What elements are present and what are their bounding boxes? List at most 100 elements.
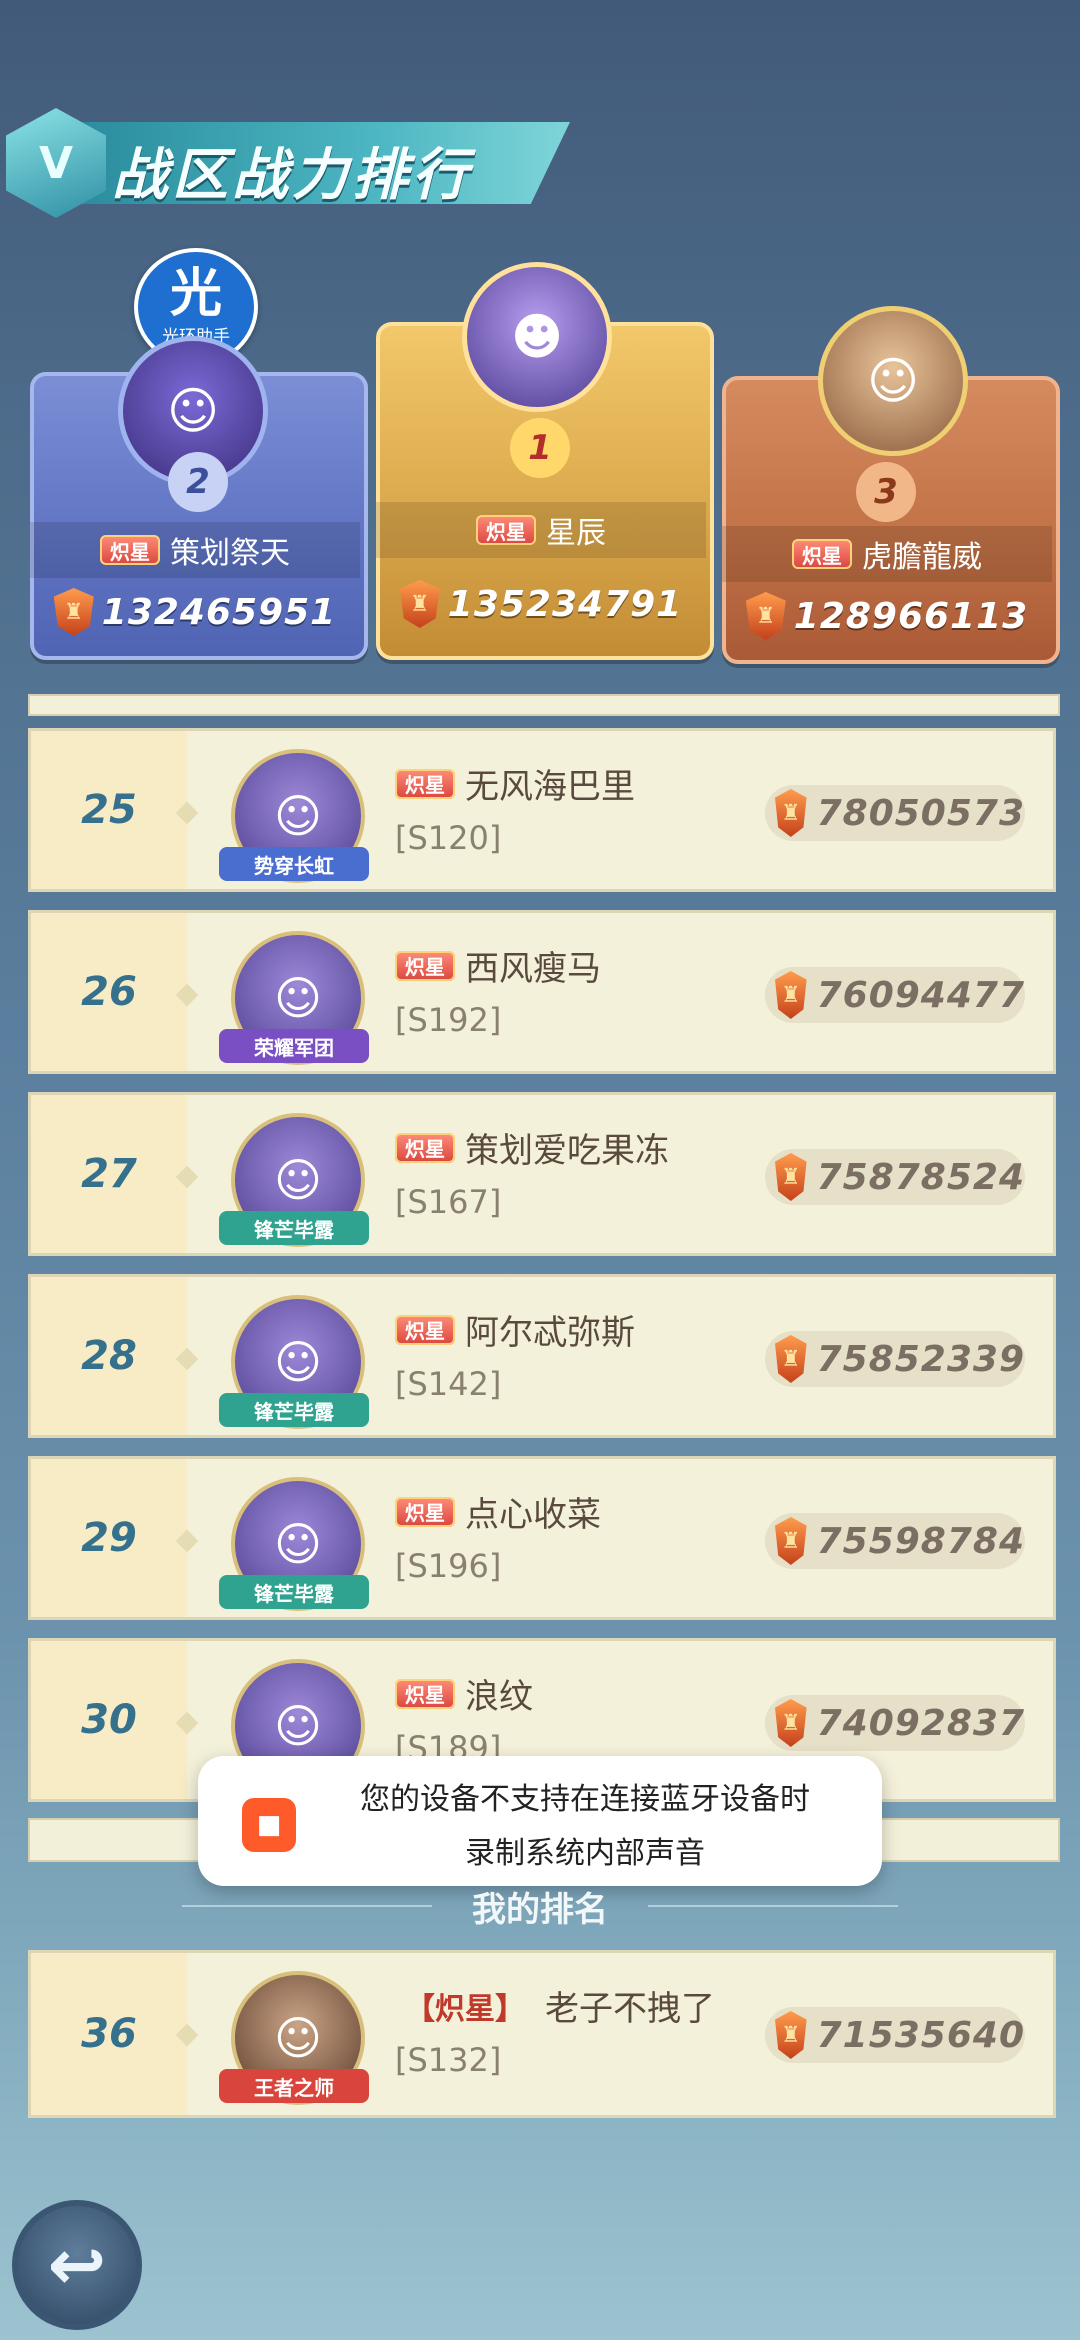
shield-icon: ♜ [775,2011,807,2059]
power-pill: ♜ 75852339 [765,1331,1025,1387]
banner: V 战区战力排行 [0,108,580,218]
rank-number: 29 [81,1515,137,1561]
rank-medal: 2 [168,452,228,512]
hero-plate: 锋芒毕露 [219,1575,369,1609]
shield-icon: ♜ [399,580,440,628]
power-pill: ♜ 76094477 [765,967,1025,1023]
title-badge: 炽星 [395,1678,455,1709]
podium-second[interactable]: ☺ 2 炽星 策划祭天 ♜ 132465951 [30,336,368,660]
table-row[interactable]: 25 ☺ 势穿长虹 炽星 无风海巴里 [S120] ♜ 78050573 [28,728,1056,892]
hero-plate: 势穿长虹 [219,847,369,881]
name-line: 炽星 浪纹 [395,1669,533,1718]
podium-third[interactable]: ☺ 3 炽星 虎膽龍威 ♜ 128966113 [722,306,1060,664]
table-row[interactable]: 28 ☺ 锋芒毕露 炽星 阿尔忒弥斯 [S142] ♜ 75852339 [28,1274,1056,1438]
player-name: 老子不拽了 [545,1989,715,2029]
title-badge: 【炽星】 [405,1991,525,2027]
power-value: 71535640 [816,2014,1025,2056]
power-pill: ♜ 75878524 [765,1149,1025,1205]
divider [182,1905,432,1907]
rank-number: 27 [81,1151,137,1197]
server-id: [S196] [395,1547,502,1585]
title-badge: 炽星 [395,1496,455,1527]
avatar: ☺ [818,306,968,456]
shield-icon: ♜ [775,1517,807,1565]
power-pill: ♜ 78050573 [765,785,1025,841]
server-id: [S132] [395,2041,502,2079]
power-row: ♜ 135234791 [376,574,706,634]
shield-icon: ♜ [53,588,94,636]
name-line: 炽星 西风瘦马 [395,941,601,990]
assistant-glyph: 光 [169,263,222,324]
rank-cell: 25 [31,731,187,889]
power-pill: ♜ 71535640 [765,2007,1025,2063]
title-badge: 炽星 [395,1132,455,1163]
player-name: 西风瘦马 [465,949,601,989]
power-value: 135234791 [447,583,683,625]
power-value: 78050573 [816,792,1025,834]
back-arrow-icon: ↩ [47,2224,107,2306]
player-name: 点心收菜 [465,1495,601,1535]
shield-icon: ♜ [775,789,807,837]
rank-number: 28 [81,1333,137,1379]
power-value: 75598784 [816,1520,1025,1562]
name-line: 炽星 阿尔忒弥斯 [395,1305,635,1354]
table-row[interactable]: 26 ☺ 荣耀军团 炽星 西风瘦马 [S192] ♜ 76094477 [28,910,1056,1074]
shield-icon: ♜ [745,592,786,640]
rank-medal: 1 [510,418,570,478]
my-rank-title: 我的排名 [472,1889,608,1930]
name-line: 炽星 策划爱吃果冻 [395,1123,669,1172]
power-row: ♜ 128966113 [722,586,1052,646]
toast-line-1: 您的设备不支持在连接蓝牙设备时 [360,1782,810,1817]
power-row: ♜ 132465951 [30,582,360,642]
power-pill: ♜ 75598784 [765,1513,1025,1569]
rank-cell: 27 [31,1095,187,1253]
power-value: 76094477 [816,974,1025,1016]
player-name: 星辰 [546,516,606,551]
table-row[interactable]: 27 ☺ 锋芒毕露 炽星 策划爱吃果冻 [S167] ♜ 75878524 [28,1092,1056,1256]
server-id: [S142] [395,1365,502,1403]
name-line: 【炽星】 老子不拽了 [395,1981,715,2030]
title-badge: 炽星 [476,515,536,545]
rank-cell: 28 [31,1277,187,1435]
title-badge: 炽星 [395,1314,455,1345]
title-badge: 炽星 [395,950,455,981]
table-row[interactable]: 29 ☺ 锋芒毕露 炽星 点心收菜 [S196] ♜ 75598784 [28,1456,1056,1620]
shield-icon: ♜ [775,1335,807,1383]
shield-icon: ♜ [775,1153,807,1201]
toast-line-2: 录制系统内部声音 [465,1836,705,1871]
back-button[interactable]: ↩ [12,2200,142,2330]
rank-number: 25 [81,787,137,833]
power-value: 74092837 [816,1702,1025,1744]
avatar: ☻ [462,262,612,412]
power-value: 75878524 [816,1156,1025,1198]
page-title: 战区战力排行 [112,143,472,208]
podium-name-strip: 炽星 星辰 [376,502,706,558]
player-name: 策划爱吃果冻 [465,1131,669,1171]
player-name: 策划祭天 [170,536,290,571]
my-rank-row[interactable]: 36 ☺ 王者之师 【炽星】 老子不拽了 [S132] ♜ 71535640 [28,1950,1056,2118]
title-badge: 炽星 [100,535,160,565]
power-pill: ♜ 74092837 [765,1695,1025,1751]
title-badge: 炽星 [395,768,455,799]
player-name: 无风海巴里 [465,767,635,807]
list-top-edge [28,694,1060,716]
rank-cell: 30 [31,1641,187,1799]
rank-cell: 26 [31,913,187,1071]
power-value: 128966113 [793,595,1029,637]
podium-name-strip: 炽星 策划祭天 [30,522,360,578]
player-name: 阿尔忒弥斯 [465,1313,635,1353]
rank-cell: 29 [31,1459,187,1617]
power-value: 132465951 [101,591,337,633]
podium-first[interactable]: ☻ 1 炽星 星辰 ♜ 135234791 [376,262,714,660]
system-toast: ■ 您的设备不支持在连接蓝牙设备时 录制系统内部声音 [198,1756,882,1886]
server-id: [S192] [395,1001,502,1039]
server-id: [S120] [395,819,502,857]
rank-number: 36 [81,2011,137,2057]
hero-plate: 锋芒毕露 [219,1211,369,1245]
hero-plate: 王者之师 [219,2069,369,2103]
server-id: [S167] [395,1183,502,1221]
my-rank-header: 我的排名 [0,1878,1080,1934]
rank-number: 26 [81,969,137,1015]
hero-plate: 荣耀军团 [219,1029,369,1063]
player-name: 虎膽龍威 [862,540,982,575]
